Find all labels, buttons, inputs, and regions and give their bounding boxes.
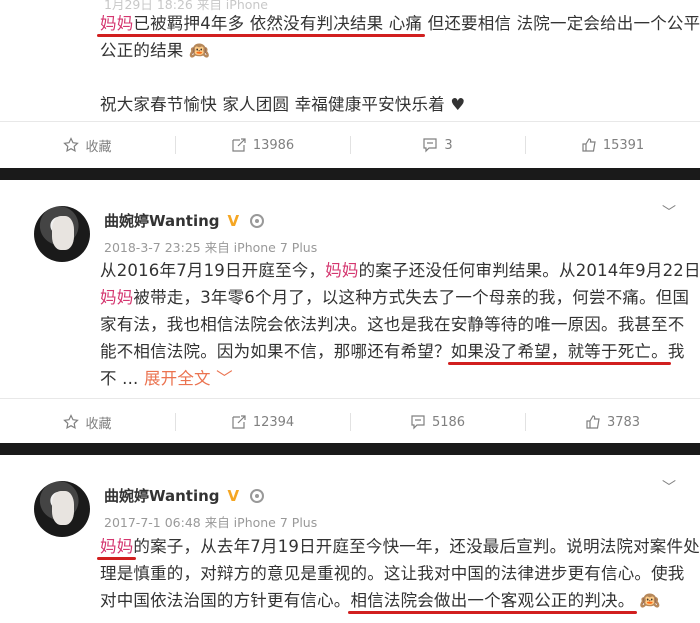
highlighted-keyword[interactable]: 妈妈	[100, 14, 133, 33]
thumbs-up-icon	[582, 138, 596, 152]
text-span: 我	[667, 342, 685, 361]
repost-count: 12394	[252, 414, 295, 430]
post-text-line: 从2016年7月19日开庭至今，妈妈的案子还没任何审判结果。从2014年9月22…	[100, 257, 700, 284]
repost-button[interactable]: 12394	[175, 399, 350, 445]
feed-separator	[0, 168, 700, 180]
favorite-label: 收藏	[85, 139, 112, 155]
avatar[interactable]	[34, 206, 90, 262]
post-text-line: 公正的结果 🙉	[100, 37, 680, 64]
comment-icon	[423, 138, 437, 153]
text-span: 理是慎重的，对辩方的意见是重视的。这让我对中国的法律进步更有信心。使我	[100, 564, 685, 583]
text-span: 不 ...	[100, 369, 144, 388]
post-text-line: 妈妈已被羁押4年多 依然没有判决结果 心痛 但还要相信 法院一定会给出一个公平	[100, 10, 700, 37]
avatar[interactable]	[34, 481, 90, 537]
post-text-line: 理是慎重的，对辩方的意见是重视的。这让我对中国的法律进步更有信心。使我	[100, 560, 684, 587]
text-span: 🙉	[634, 591, 661, 610]
post-2: 曲婉婷Wanting V 2018-3-7 23:25 来自 iPhone 7 …	[0, 180, 700, 440]
text-span: 能不相信法院。因为如果不信，那哪还有希望？	[100, 342, 451, 361]
post-text-line: 祝大家春节愉快 家人团圆 幸福健康平安快乐着 ♥	[100, 91, 680, 118]
favorite-label: 收藏	[85, 416, 112, 432]
chevron-down-icon[interactable]: ﹀	[662, 477, 676, 497]
text-span: 的案子还没任何审判结果。从2014年9月22日	[358, 261, 700, 280]
comment-count: 5186	[431, 414, 466, 430]
username[interactable]: 曲婉婷Wanting	[104, 485, 220, 506]
comment-button[interactable]: 3	[350, 122, 525, 168]
post-text-line: 不 ... 展开全文 ﹀	[100, 365, 680, 392]
post-text: 从2016年7月19日开庭至今，妈妈的案子还没任何审判结果。从2014年9月22…	[100, 257, 700, 392]
repost-icon	[232, 415, 246, 429]
post-text: 妈妈已被羁押4年多 依然没有判决结果 心痛 但还要相信 法院一定会给出一个公平公…	[100, 10, 700, 118]
text-span: 被带走，3年零6个月了，以这种方式失去了一个母亲的我，何尝不痛。但国	[133, 288, 690, 307]
action-bar: 收藏 13986 3 15391	[0, 121, 700, 168]
expand-full-text-link[interactable]: 展开全文 ﹀	[144, 369, 233, 388]
favorite-button[interactable]: 收藏	[0, 122, 175, 168]
post-text-line	[100, 64, 680, 91]
text-span: 如果没了希望，就等于死亡。	[450, 342, 668, 361]
post-meta: 2017-7-1 06:48 来自 iPhone 7 Plus	[104, 515, 318, 530]
username-row: 曲婉婷Wanting V	[104, 210, 264, 231]
member-icon	[249, 488, 264, 503]
highlighted-keyword[interactable]: 妈妈	[325, 261, 358, 280]
text-span: 相信法院会做出一个客观公正的判决。	[350, 591, 635, 610]
repost-count: 13986	[252, 137, 295, 153]
text-span: 但还要相信 法院一定会给出一个公平	[422, 14, 700, 33]
chevron-down-icon[interactable]: ﹀	[662, 202, 676, 222]
favorite-button[interactable]: 收藏	[0, 399, 175, 445]
post-text-line: 能不相信法院。因为如果不信，那哪还有希望？如果没了希望，就等于死亡。我	[100, 338, 684, 365]
like-count: 15391	[602, 137, 645, 153]
highlighted-keyword[interactable]: 妈妈	[100, 537, 133, 556]
text-span: 从2016年7月19日开庭至今，	[100, 261, 326, 280]
post-text-line: 妈妈的案子，从去年7月19日开庭至今快一年，还没最后宣判。说明法院对案件处	[100, 533, 700, 560]
comment-count: 3	[444, 137, 453, 153]
star-icon	[63, 414, 80, 430]
text-span: 的案子，从去年7月19日开庭至今快一年，还没最后宣判。说明法院对案件处	[133, 537, 700, 556]
post-text: 妈妈的案子，从去年7月19日开庭至今快一年，还没最后宣判。说明法院对案件处理是慎…	[100, 533, 700, 614]
verified-v-icon: V	[227, 486, 240, 505]
post-text-line: 妈妈被带走，3年零6个月了，以这种方式失去了一个母亲的我，何尝不痛。但国	[100, 284, 689, 311]
star-icon	[63, 137, 80, 153]
post-text-line: 对中国依法治国的方针更有信心。相信法院会做出一个客观公正的判决。 🙉	[100, 587, 680, 614]
like-button[interactable]: 3783	[525, 399, 700, 445]
action-bar: 收藏 12394 5186 3783	[0, 398, 700, 445]
text-span: 对中国依法治国的方针更有信心。	[100, 591, 351, 610]
text-span: 祝大家春节愉快 家人团圆 幸福健康平安快乐着 ♥	[100, 95, 466, 114]
like-count: 3783	[606, 414, 641, 430]
comment-icon	[411, 415, 425, 430]
username-row: 曲婉婷Wanting V	[104, 485, 264, 506]
highlighted-keyword[interactable]: 妈妈	[100, 288, 133, 307]
repost-icon	[232, 138, 246, 152]
thumbs-up-icon	[586, 415, 600, 429]
text-span: 已被羁押4年多 依然没有判决结果 心痛	[133, 14, 423, 33]
post-1: 1月29日 18:26 来自 iPhone 妈妈已被羁押4年多 依然没有判决结果…	[0, 0, 700, 168]
text-span: 家有法，我也相信法院会依法判决。这也是我在安静等待的唯一原因。我甚至不	[100, 315, 685, 334]
like-button[interactable]: 15391	[525, 122, 700, 168]
verified-v-icon: V	[227, 211, 240, 230]
post-text-line: 家有法，我也相信法院会依法判决。这也是我在安静等待的唯一原因。我甚至不	[100, 311, 684, 338]
comment-button[interactable]: 5186	[350, 399, 525, 445]
post-meta: 2018-3-7 23:25 来自 iPhone 7 Plus	[104, 240, 318, 255]
feed-separator	[0, 443, 700, 455]
username[interactable]: 曲婉婷Wanting	[104, 210, 220, 231]
post-3: 曲婉婷Wanting V 2017-7-1 06:48 来自 iPhone 7 …	[0, 455, 700, 623]
repost-button[interactable]: 13986	[175, 122, 350, 168]
member-icon	[249, 213, 264, 228]
text-span: 公正的结果 🙉	[100, 41, 210, 60]
